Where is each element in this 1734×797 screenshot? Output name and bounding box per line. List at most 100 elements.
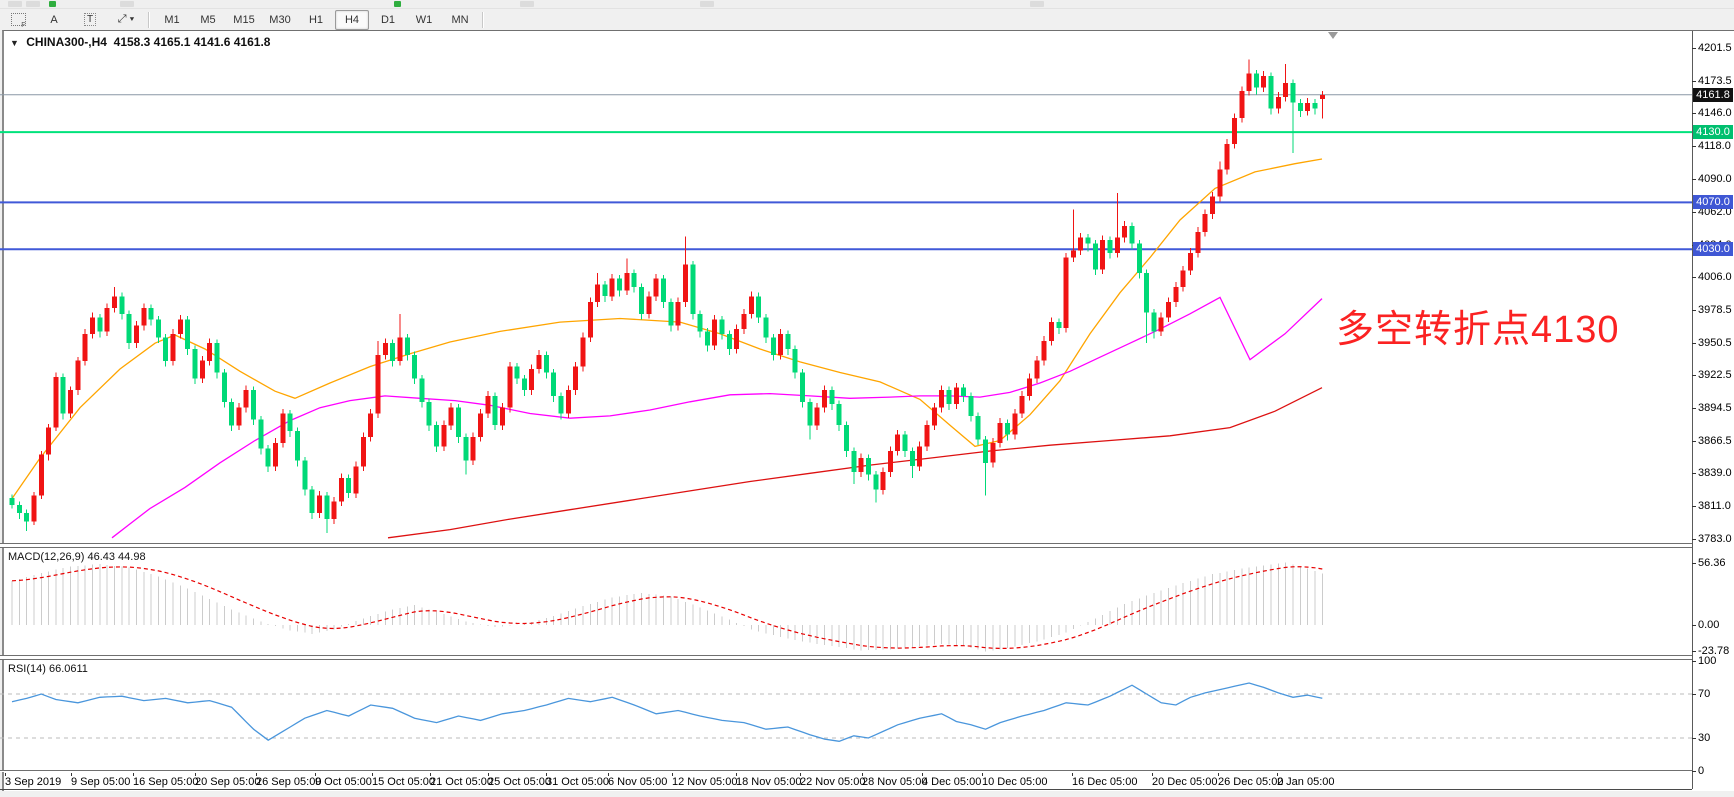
axis-tick — [1692, 212, 1696, 213]
macd-histogram — [12, 563, 1322, 652]
price-axis-label: 3811.0 — [1698, 500, 1732, 512]
axis-tick — [1692, 651, 1696, 652]
price-axis-label: 4118.0 — [1698, 140, 1732, 152]
price-axis-label: 3922.5 — [1698, 369, 1732, 381]
axis-tick — [1692, 473, 1696, 474]
axis-tick — [1692, 179, 1696, 180]
macd-indicator-label: MACD(12,26,9) 46.43 44.98 — [8, 551, 146, 563]
symbol-label: CHINA300-,H4 — [26, 35, 107, 49]
date-axis-label: 31 Oct 05:00 — [546, 776, 609, 788]
date-axis-label: 3 Sep 2019 — [5, 776, 61, 788]
toolbar-icon-fragment — [8, 1, 22, 7]
top-toolbar-cut — [0, 0, 1734, 9]
axis-tick — [1692, 277, 1696, 278]
axis-tick — [1692, 310, 1696, 311]
pane-splitter-macd-rsi[interactable] — [0, 655, 1692, 660]
timeframe-M15-button[interactable]: M15 — [227, 10, 261, 30]
toolbar-separator — [482, 12, 484, 28]
price-axis-label: 4201.5 — [1698, 42, 1732, 54]
price-axis-label: 4146.0 — [1698, 107, 1732, 119]
date-axis-label: 21 Oct 05:00 — [430, 776, 493, 788]
axis-tick — [1692, 408, 1696, 409]
price-axis-label: 3866.5 — [1698, 435, 1732, 447]
rsi-axis-label: 0 — [1698, 765, 1732, 777]
axis-tick — [1692, 146, 1696, 147]
axis-tick — [1692, 441, 1696, 442]
timeframe-M5-button[interactable]: M5 — [191, 10, 225, 30]
axis-tick — [1692, 506, 1696, 507]
rsi-axis-label: 70 — [1698, 688, 1732, 700]
chart-bottom-border — [0, 789, 1692, 790]
chart-shift-marker[interactable] — [1328, 32, 1338, 39]
ma-fast-line — [10, 159, 1322, 502]
axis-tick — [1692, 48, 1696, 49]
timeframe-M30-button[interactable]: M30 — [263, 10, 297, 30]
axis-tick — [1692, 563, 1696, 564]
date-axis-label: 18 Nov 05:00 — [736, 776, 801, 788]
macd-axis-label: 56.36 — [1698, 557, 1732, 569]
date-axis-label: 20 Sep 05:00 — [195, 776, 260, 788]
toolbar-icon-fragment — [1030, 1, 1044, 7]
cursor-modes-icon[interactable]: ⤢ ▾ — [109, 10, 143, 30]
grid-snap-icon[interactable]: F — [1, 10, 35, 30]
toolbar-icon-fragment — [26, 1, 40, 7]
axis-tick — [1692, 661, 1696, 662]
price-axis-label: 3978.5 — [1698, 304, 1732, 316]
axis-tick — [1692, 771, 1696, 772]
toolbar-separator — [148, 12, 150, 28]
timeframe-H4-button[interactable]: H4 — [335, 10, 369, 30]
timeframe-M1-button[interactable]: M1 — [155, 10, 189, 30]
axis-tick — [1692, 81, 1696, 82]
text-label-icon[interactable]: A — [37, 10, 71, 30]
date-axis-label: 26 Dec 05:00 — [1218, 776, 1283, 788]
toolbar-icon-fragment — [700, 1, 714, 7]
toolbar-icon-fragment — [394, 1, 401, 7]
rsi-line — [12, 683, 1322, 741]
toolbar-icon-fragment — [120, 1, 134, 7]
rsi-pane[interactable] — [0, 661, 1692, 771]
timeframe-MN-button[interactable]: MN — [443, 10, 477, 30]
rsi-axis-label: 30 — [1698, 732, 1732, 744]
pane-splitter-main-macd[interactable] — [0, 543, 1692, 548]
pane-border-rsi-bottom — [0, 770, 1692, 772]
price-tag-4030.0: 4030.0 — [1693, 242, 1733, 256]
date-axis-label: 25 Oct 05:00 — [488, 776, 551, 788]
timeframe-H1-button[interactable]: H1 — [299, 10, 333, 30]
axis-tick — [1692, 625, 1696, 626]
price-axis-label: 4173.5 — [1698, 75, 1732, 87]
date-axis-label: 20 Dec 05:00 — [1152, 776, 1217, 788]
mt4-window: FAT⤢ ▾ M1M5M15M30H1H4D1W1MN ▼ CHINA300-,H… — [0, 0, 1734, 797]
price-axis-label: 3839.0 — [1698, 467, 1732, 479]
date-axis-label: 15 Oct 05:00 — [372, 776, 435, 788]
price-axis-label: 3950.5 — [1698, 337, 1732, 349]
macd-pane[interactable] — [0, 547, 1692, 655]
axis-tick — [1692, 375, 1696, 376]
axis-tick — [1692, 343, 1696, 344]
macd-axis-label: 0.00 — [1698, 619, 1732, 631]
axis-tick — [1692, 539, 1696, 540]
date-axis-label: 22 Nov 05:00 — [800, 776, 865, 788]
date-axis-label: 6 Nov 05:00 — [608, 776, 667, 788]
axis-tick — [1692, 738, 1696, 739]
price-tag-4161.8: 4161.8 — [1693, 88, 1733, 102]
chart-text-annotation[interactable]: 多空转折点4130 — [1336, 298, 1620, 353]
main-price-pane[interactable] — [0, 31, 1692, 545]
date-axis-label: 2 Jan 05:00 — [1277, 776, 1335, 788]
text-box-icon[interactable]: T — [73, 10, 107, 30]
date-axis-label: 9 Sep 05:00 — [71, 776, 130, 788]
date-axis-label: 28 Nov 05:00 — [862, 776, 927, 788]
timeframe-W1-button[interactable]: W1 — [407, 10, 441, 30]
timeframe-D1-button[interactable]: D1 — [371, 10, 405, 30]
date-axis-label: 9 Oct 05:00 — [315, 776, 372, 788]
price-tag-4130.0: 4130.0 — [1693, 125, 1733, 139]
date-axis-label: 12 Nov 05:00 — [672, 776, 737, 788]
price-tag-4070.0: 4070.0 — [1693, 195, 1733, 209]
price-axis-border — [1692, 31, 1693, 789]
toolbar-icon-fragment — [520, 1, 534, 7]
symbol-dropdown-arrow-icon[interactable]: ▼ — [10, 38, 19, 48]
price-axis-label: 3783.0 — [1698, 533, 1732, 545]
axis-tick — [1692, 694, 1696, 695]
chart-toolbar: FAT⤢ ▾ M1M5M15M30H1H4D1W1MN — [0, 9, 1734, 30]
price-axis-label: 4090.0 — [1698, 173, 1732, 185]
chart-title: ▼ CHINA300-,H4 4158.3 4165.1 4141.6 4161… — [10, 35, 270, 49]
